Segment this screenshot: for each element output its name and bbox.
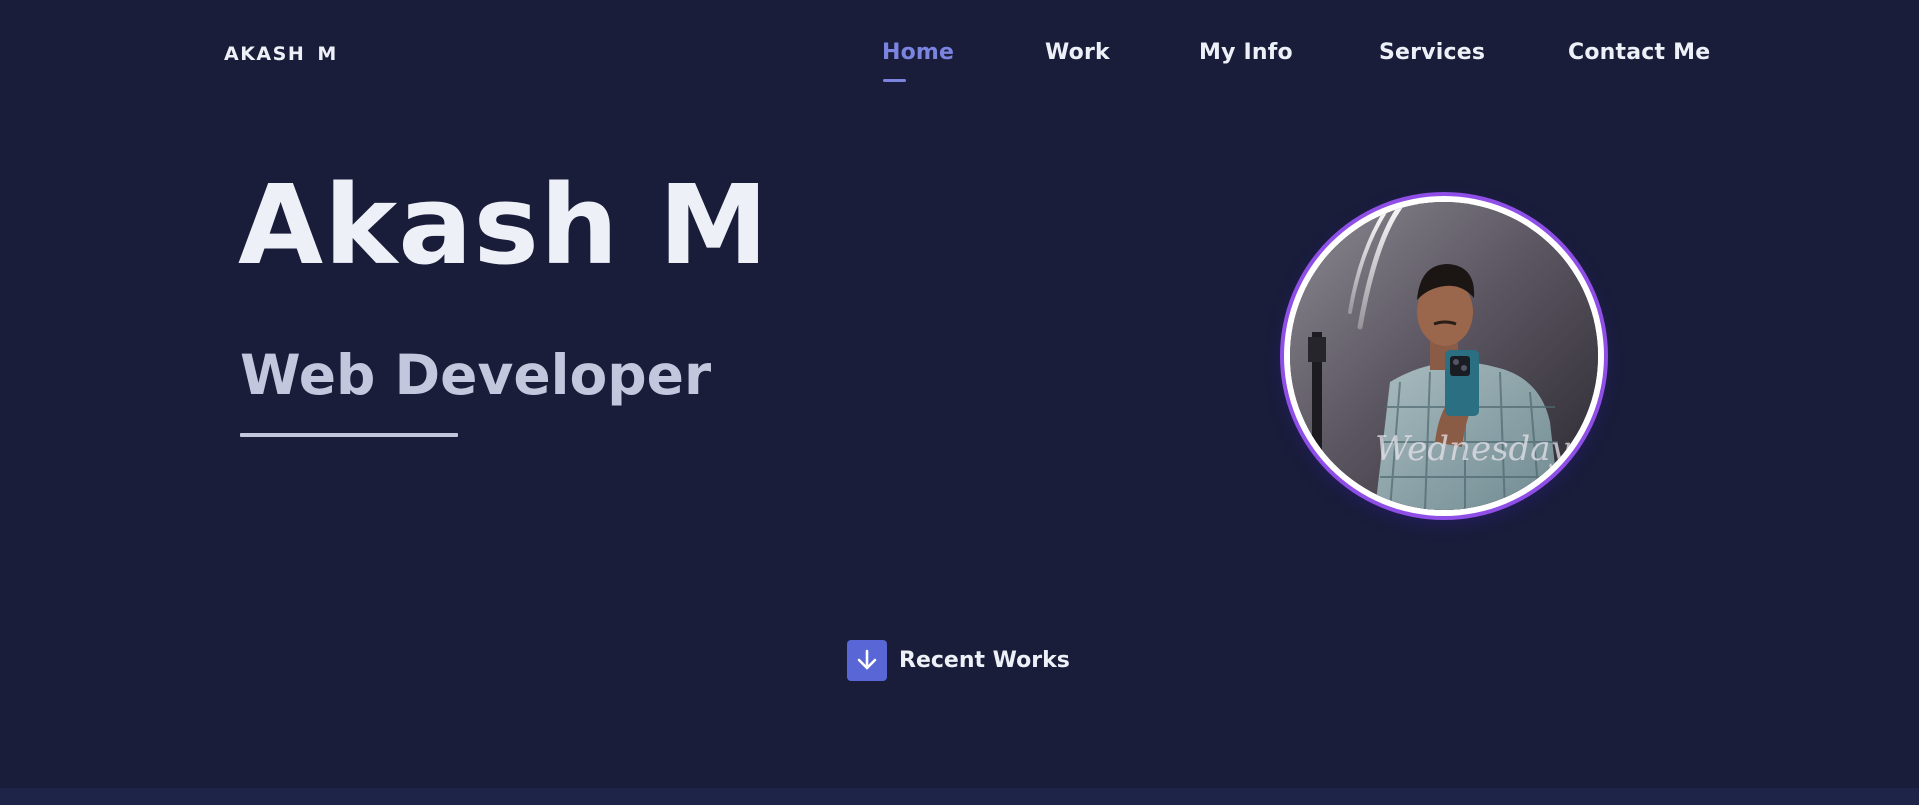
nav-item-home[interactable]: Home [882, 40, 954, 65]
arrow-down-icon[interactable] [847, 639, 887, 681]
nav-item-services[interactable]: Services [1379, 40, 1485, 65]
nav-item-contact-me[interactable]: Contact Me [1568, 40, 1710, 65]
next-section-edge [0, 788, 1919, 805]
nav-item-my-info[interactable]: My Info [1199, 40, 1293, 65]
active-nav-indicator [883, 79, 906, 82]
nav-links: Home Work My Info Services Contact Me [0, 40, 1919, 88]
navbar: AKASH M Home Work My Info Services Conta… [0, 0, 1919, 112]
hero-divider [240, 433, 458, 437]
hero-name: Akash M [238, 161, 770, 289]
recent-works-label[interactable]: Recent Works [899, 648, 1070, 673]
home-page: AKASH M Home Work My Info Services Conta… [0, 0, 1919, 805]
profile-photo-illustration: Wednesday [1290, 202, 1598, 510]
photo-watermark: Wednesday [1375, 429, 1571, 469]
nav-item-work[interactable]: Work [1045, 40, 1110, 65]
profile-photo: Wednesday [1290, 202, 1598, 510]
recent-works-button[interactable]: Recent Works [847, 639, 1070, 681]
avatar: Wednesday [1280, 192, 1608, 520]
hero-role: Web Developer [240, 343, 712, 407]
